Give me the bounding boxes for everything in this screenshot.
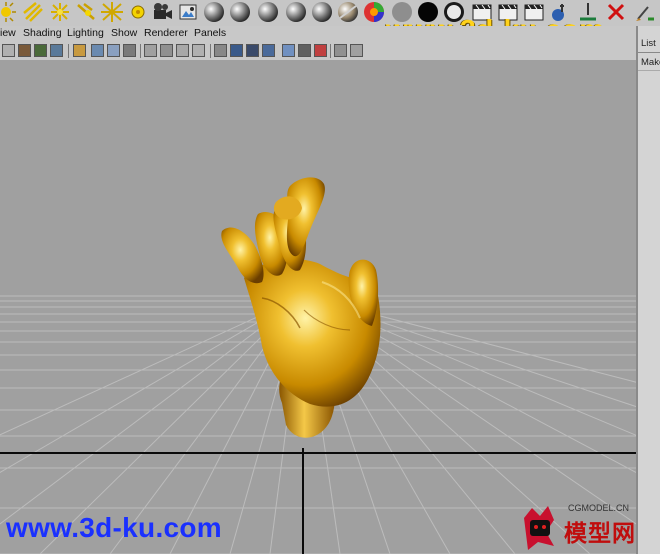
xray-icon[interactable]	[334, 44, 347, 57]
make-item-label[interactable]: Make	[641, 57, 660, 68]
golden-hand-model[interactable]	[221, 177, 381, 438]
panel-menubar: iew Shading Lighting Show Renderer Panel…	[0, 26, 636, 42]
watermark-bottom: www.3d-ku.com	[6, 512, 223, 543]
grid-toggle-icon[interactable]	[73, 44, 86, 57]
gate-mask-icon[interactable]	[123, 44, 136, 57]
camera-icon[interactable]	[150, 1, 174, 23]
list-menu-label[interactable]: List	[641, 38, 656, 49]
image-plane-icon[interactable]	[50, 44, 63, 57]
area-light-icon[interactable]	[100, 1, 124, 23]
panel-divider	[638, 52, 660, 53]
delete-icon[interactable]	[604, 1, 628, 23]
toolbar-separator	[210, 44, 211, 58]
channel-box-panel: List Make	[636, 26, 660, 554]
use-all-lights-icon[interactable]	[282, 44, 295, 57]
frame-icon[interactable]	[192, 44, 205, 57]
toolbar-separator	[68, 44, 69, 58]
shadows-icon[interactable]	[298, 44, 311, 57]
panel-divider	[638, 70, 660, 71]
directional-light-icon[interactable]	[22, 1, 46, 23]
isolate-select-icon[interactable]	[350, 44, 363, 57]
field-chart-icon[interactable]	[144, 44, 157, 57]
bookmarks-icon[interactable]	[34, 44, 47, 57]
film-gate-icon[interactable]	[91, 44, 104, 57]
select-camera-icon[interactable]	[2, 44, 15, 57]
shader-sphere-1-icon[interactable]	[202, 1, 226, 23]
texture-placement-icon[interactable]	[176, 1, 200, 23]
cgmodel-brand-label: 模型网	[564, 520, 636, 546]
smooth-shade-icon[interactable]	[230, 44, 243, 57]
spot-light-icon[interactable]	[74, 1, 98, 23]
high-quality-icon[interactable]	[314, 44, 327, 57]
resolution-gate-icon[interactable]	[107, 44, 120, 57]
menu-view[interactable]: iew	[0, 27, 16, 39]
perspective-viewport[interactable]	[0, 60, 636, 554]
shader-sphere-2-icon[interactable]	[228, 1, 252, 23]
ramp-shader-icon[interactable]	[336, 1, 360, 23]
color-sphere-icon[interactable]	[362, 1, 386, 23]
menu-lighting[interactable]: Lighting	[67, 27, 104, 39]
textured-icon[interactable]	[262, 44, 275, 57]
camera-attributes-icon[interactable]	[18, 44, 31, 57]
point-light-icon[interactable]	[48, 1, 72, 23]
cgmodel-site-label: CGMODEL.CN	[568, 503, 630, 513]
panel-toolbar	[0, 42, 636, 60]
wireframe-on-shaded-icon[interactable]	[246, 44, 259, 57]
safe-title-icon[interactable]	[176, 44, 189, 57]
wireframe-icon[interactable]	[214, 44, 227, 57]
toolbar-separator	[330, 44, 331, 58]
sun-light-icon[interactable]	[0, 1, 24, 23]
menu-show[interactable]: Show	[111, 27, 137, 39]
safe-action-icon[interactable]	[160, 44, 173, 57]
toolbar-separator	[140, 44, 141, 58]
menu-renderer[interactable]: Renderer	[144, 27, 188, 39]
shader-sphere-4-icon[interactable]	[284, 1, 308, 23]
menu-shading[interactable]: Shading	[23, 27, 62, 39]
menu-panels[interactable]: Panels	[194, 27, 226, 39]
shader-sphere-3-icon[interactable]	[256, 1, 280, 23]
scene-canvas	[0, 177, 636, 554]
shader-sphere-5-icon[interactable]	[310, 1, 334, 23]
volume-light-icon[interactable]	[126, 1, 150, 23]
brush-tool-icon[interactable]	[632, 1, 656, 23]
